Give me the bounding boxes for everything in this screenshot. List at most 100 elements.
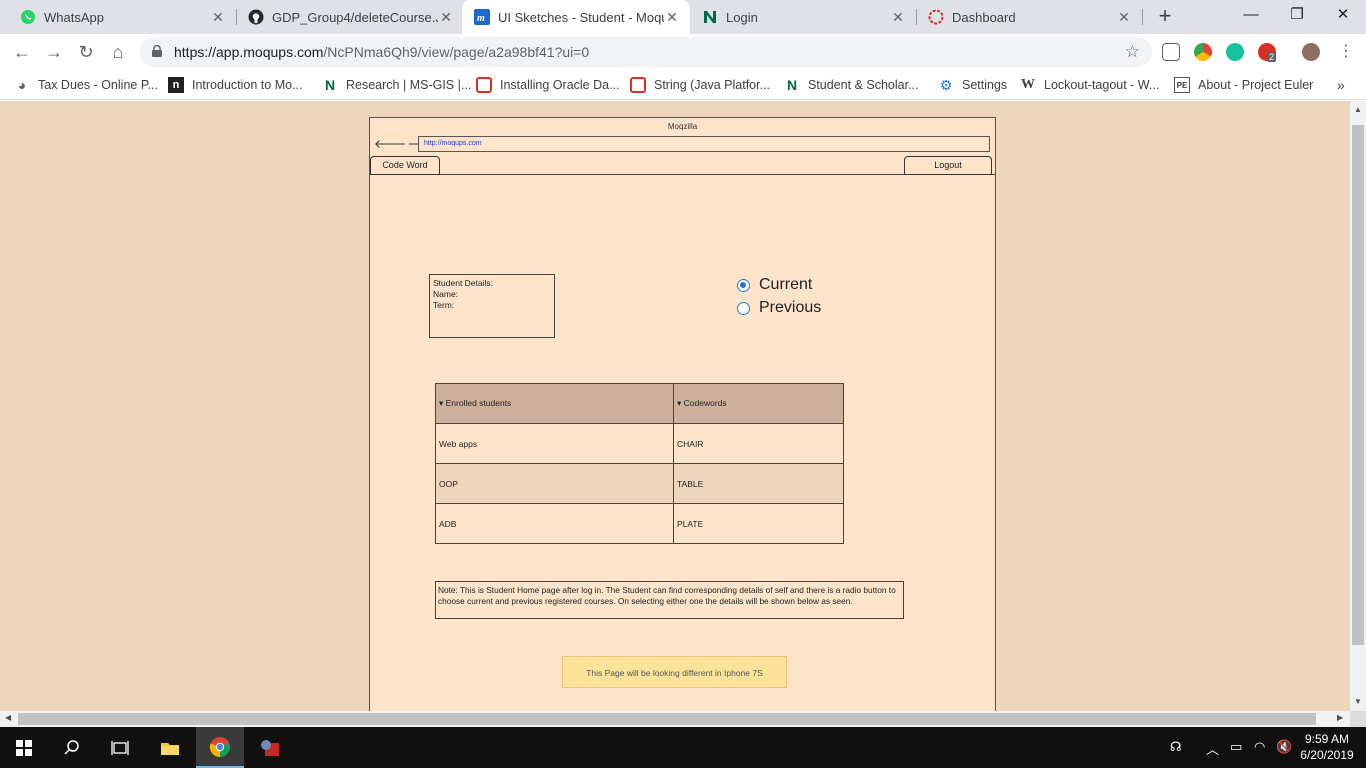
bookmark-item[interactable]: ◕ Tax Dues - Online P... [14, 76, 158, 94]
bookmark-label: Research | MS-GIS |... [346, 78, 472, 92]
tab-github[interactable]: GDP_Group4/deleteCourse.JPG ✕ [228, 0, 464, 34]
profile-avatar[interactable] [1302, 43, 1320, 61]
home-button[interactable]: ⌂ [106, 40, 130, 64]
bookmark-icon: n [168, 77, 184, 93]
bookmark-label: String (Java Platfor... [654, 78, 771, 92]
scroll-left-icon[interactable]: ◀ [5, 713, 11, 722]
bookmark-label: Introduction to Mo... [192, 78, 303, 92]
bookmark-star-icon[interactable]: ☆ [1125, 42, 1140, 62]
svg-text:m: m [477, 13, 485, 24]
scrollbar-thumb[interactable] [18, 713, 1316, 725]
horizontal-scrollbar[interactable]: ◀ ▶ [0, 711, 1350, 727]
moqups-icon: m [474, 9, 490, 25]
volume-muted-icon[interactable]: 🔇 [1276, 739, 1292, 755]
tab-separator [1142, 9, 1143, 25]
scroll-up-icon[interactable]: ▲ [1350, 105, 1366, 114]
bookmark-item[interactable]: PE About - Project Euler [1174, 76, 1313, 94]
bookmark-label: About - Project Euler [1198, 78, 1314, 92]
extension-icon[interactable] [1162, 43, 1180, 61]
vertical-scrollbar[interactable]: ▲ ▼ [1350, 101, 1366, 711]
bookmarks-bar: ◕ Tax Dues - Online P... n Introduction to… [0, 70, 1366, 100]
url-domain: https://app.moqups.com [174, 44, 324, 60]
people-icon[interactable]: ☊ [1170, 739, 1182, 755]
file-explorer-icon[interactable] [146, 727, 194, 768]
enrolled-students-header[interactable]: ▾ Enrolled students [435, 383, 674, 424]
wifi-icon[interactable]: ◠ [1254, 739, 1265, 755]
show-hidden-icons[interactable]: ︿ [1206, 739, 1219, 758]
bookmark-label: Student & Scholar... [808, 78, 919, 92]
task-view-icon[interactable] [96, 727, 144, 768]
student-details-heading: Student Details: [433, 278, 494, 288]
radio-previous[interactable]: Previous [737, 298, 821, 318]
oracle-icon [476, 77, 492, 93]
bookmarks-overflow-icon[interactable]: » [1337, 76, 1345, 94]
bookmark-item[interactable]: N Research | MS-GIS |... [322, 76, 471, 94]
n-logo-icon [702, 9, 718, 25]
mockup-window: Moqzilla 🡐🡒⟳ http://moqups.com Code Word… [369, 117, 996, 711]
bookmark-item[interactable]: N Student & Scholar... [784, 76, 919, 94]
close-window-button[interactable]: ✕ [1320, 0, 1366, 30]
windows-start-icon[interactable] [0, 727, 48, 768]
grammarly-icon[interactable] [1226, 43, 1244, 61]
mockup-tab-line [370, 174, 995, 175]
scroll-right-icon[interactable]: ▶ [1337, 713, 1343, 722]
chrome-taskbar-icon[interactable] [196, 727, 244, 768]
scrollbar-thumb[interactable] [1352, 125, 1364, 645]
table-row[interactable]: Web apps CHAIR [435, 423, 844, 464]
restore-button[interactable]: ❐ [1274, 0, 1320, 30]
courses-table: ▾ Enrolled students ▾ Codewords Web apps… [435, 383, 844, 544]
close-icon[interactable]: ✕ [210, 9, 226, 26]
codeword-cell: CHAIR [673, 423, 844, 464]
table-row[interactable]: ADB PLATE [435, 503, 844, 544]
mockup-url-field[interactable]: http://moqups.com [418, 136, 990, 152]
project-euler-icon: PE [1174, 77, 1190, 93]
tab-title: Login [726, 9, 758, 25]
close-icon[interactable]: ✕ [890, 9, 906, 26]
course-cell: OOP [435, 463, 674, 504]
table-row[interactable]: OOP TABLE [435, 463, 844, 504]
back-button[interactable]: ← [10, 40, 34, 64]
bookmark-item[interactable]: String (Java Platfor... [630, 76, 770, 94]
notification-extension-icon[interactable]: 2 [1258, 43, 1277, 62]
url-text: https://app.moqups.com/NcPNma6Qh9/view/p… [174, 44, 589, 60]
radio-previous-label: Previous [759, 299, 822, 316]
tab-dashboard[interactable]: Dashboard ✕ [916, 0, 1142, 34]
address-bar[interactable]: https://app.moqups.com/NcPNma6Qh9/view/p… [140, 37, 1152, 67]
tab-login[interactable]: Login ✕ [690, 0, 916, 34]
lock-icon [152, 45, 162, 57]
scroll-down-icon[interactable]: ▼ [1350, 697, 1366, 706]
browser-toolbar: ← → ↻ ⌂ https://app.moqups.com/NcPNma6Qh… [0, 34, 1366, 70]
bookmark-item[interactable]: Installing Oracle Da... [476, 76, 620, 94]
taskbar-clock[interactable]: 9:59 AM 6/20/2019 [1292, 731, 1362, 763]
oracle-icon [630, 77, 646, 93]
code-word-tab[interactable]: Code Word [370, 156, 440, 175]
radio-selected-icon[interactable] [737, 278, 750, 292]
back-arrow-icon[interactable]: 🡐 [374, 137, 407, 151]
student-term-label: Term: [433, 300, 455, 310]
tab-moqups[interactable]: m UI Sketches - Student - Moqups ✕ [462, 0, 690, 34]
minimize-button[interactable]: — [1228, 0, 1274, 30]
new-tab-button[interactable]: + [1152, 4, 1178, 30]
bookmark-item[interactable]: ⚙ Settings [938, 76, 1007, 94]
tab-title: GDP_Group4/deleteCourse.JPG [272, 9, 438, 25]
close-icon[interactable]: ✕ [438, 9, 454, 26]
logout-tab[interactable]: Logout [904, 156, 992, 175]
clock-date: 6/20/2019 [1300, 748, 1354, 762]
close-icon[interactable]: ✕ [1116, 9, 1132, 26]
bookmark-label: Installing Oracle Da... [500, 78, 620, 92]
dashboard-icon [928, 9, 944, 25]
forward-button[interactable]: → [42, 40, 66, 64]
tab-whatsapp[interactable]: WhatsApp ✕ [0, 0, 236, 34]
radio-unselected-icon[interactable] [737, 301, 750, 315]
app-taskbar-icon[interactable] [246, 727, 294, 768]
reload-button[interactable]: ↻ [74, 40, 98, 64]
bookmark-item[interactable]: W Lockout-tagout - W... [1020, 76, 1159, 94]
menu-icon[interactable]: ⋮ [1334, 40, 1358, 64]
radio-current[interactable]: Current [737, 275, 812, 295]
close-icon[interactable]: ✕ [664, 9, 680, 26]
battery-icon[interactable]: ▭ [1230, 739, 1242, 755]
search-icon[interactable] [48, 727, 96, 768]
chrome-extension-icon[interactable] [1194, 43, 1212, 61]
bookmark-item[interactable]: n Introduction to Mo... [168, 76, 302, 94]
codewords-header[interactable]: ▾ Codewords [673, 383, 844, 424]
